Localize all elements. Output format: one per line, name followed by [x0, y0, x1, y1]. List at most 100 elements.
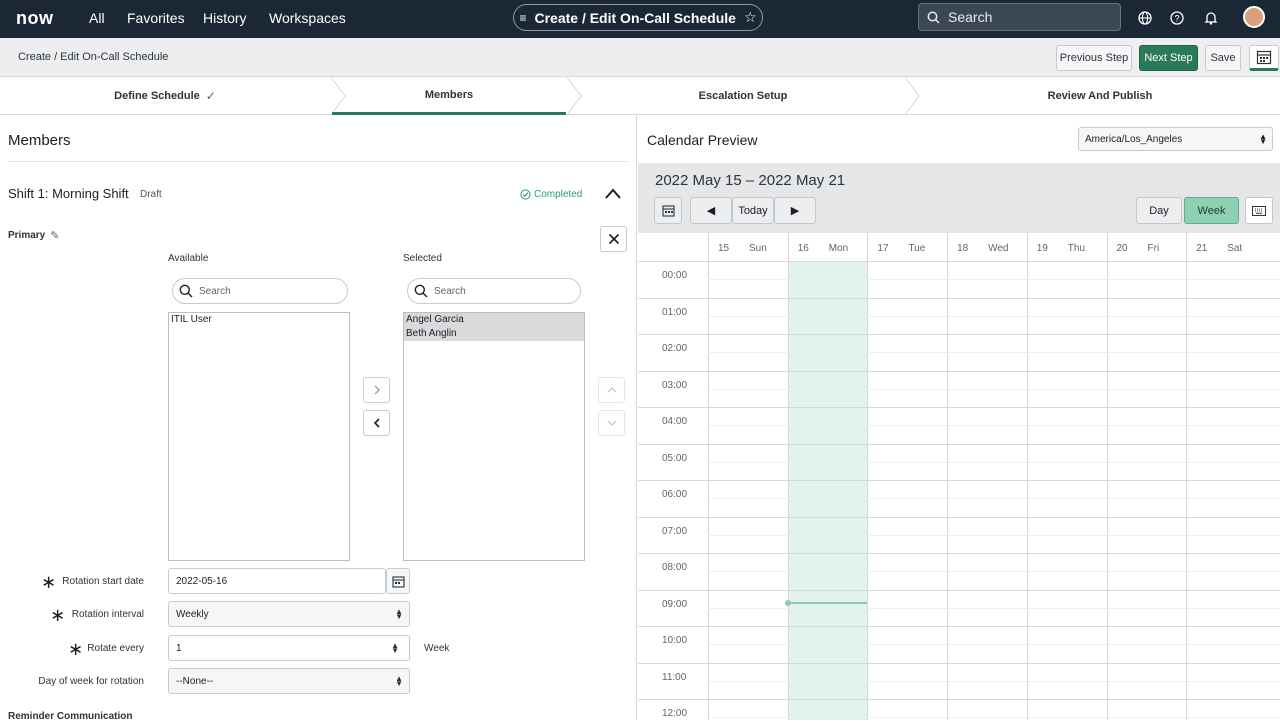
- selected-search-placeholder: Search: [434, 285, 466, 297]
- servicenow-logo[interactable]: now: [16, 8, 54, 29]
- rotation-start-label: Rotation start date: [62, 576, 144, 587]
- add-to-selected-button[interactable]: [363, 377, 390, 403]
- day-header[interactable]: 19 Thu: [1026, 233, 1107, 261]
- available-list[interactable]: ITIL User: [168, 312, 350, 561]
- hour-label: 09:00: [662, 598, 688, 610]
- day-number: 21: [1196, 243, 1208, 254]
- date-picker-button[interactable]: [386, 568, 410, 594]
- half-hour-line: [708, 388, 1280, 390]
- selected-list[interactable]: Angel Garcia Beth Anglin: [403, 312, 585, 561]
- selected-search-input[interactable]: Search: [407, 278, 581, 304]
- next-week-button[interactable]: ▶: [774, 197, 816, 224]
- pencil-icon[interactable]: ✎: [50, 229, 59, 242]
- calendar-preview-panel: Calendar Preview America/Los_Angeles ▲ ▼ …: [638, 115, 1280, 720]
- mini-calendar-button[interactable]: [654, 197, 682, 224]
- half-hour-line: [708, 315, 1280, 317]
- move-up-button[interactable]: [598, 377, 625, 403]
- calendar-preview-title: Calendar Preview: [647, 132, 758, 148]
- half-hour-line: [708, 680, 1280, 682]
- previous-week-button[interactable]: ◀: [690, 197, 732, 224]
- user-avatar[interactable]: [1243, 6, 1265, 28]
- list-item[interactable]: ITIL User: [169, 313, 349, 327]
- star-icon[interactable]: ☆: [744, 9, 757, 26]
- bell-icon[interactable]: [1203, 10, 1219, 26]
- hour-label: 02:00: [662, 343, 688, 354]
- day-number: 17: [877, 243, 889, 254]
- day-name: Fri: [1147, 243, 1160, 254]
- rotation-start-date-field[interactable]: 2022-05-16: [168, 568, 386, 594]
- timezone-value: America/Los_Angeles: [1085, 133, 1183, 145]
- step-divider: [904, 77, 920, 115]
- previous-step-button[interactable]: Previous Step: [1056, 45, 1132, 71]
- day-header[interactable]: 17 Tue: [867, 233, 947, 261]
- globe-icon[interactable]: [1137, 10, 1153, 26]
- context-title-pill[interactable]: ≡ Create / Edit On-Call Schedule ☆: [513, 4, 763, 31]
- day-view-button[interactable]: Day: [1136, 197, 1182, 224]
- save-button[interactable]: Save: [1205, 45, 1241, 71]
- divider: [8, 161, 628, 162]
- week-view-button[interactable]: Week: [1184, 197, 1239, 224]
- nav-favorites[interactable]: Favorites: [127, 10, 185, 26]
- half-hour-line: [708, 571, 1280, 573]
- chevron-up-icon[interactable]: [604, 187, 622, 201]
- nav-history[interactable]: History: [203, 10, 247, 26]
- context-title: Create / Edit On-Call Schedule: [534, 9, 736, 26]
- rotate-every-unit: Week: [424, 643, 450, 654]
- breadcrumb: Create / Edit On-Call Schedule: [18, 51, 169, 63]
- today-button[interactable]: Today: [732, 197, 774, 224]
- global-search-placeholder: Search: [948, 9, 993, 25]
- day-of-week-select[interactable]: --None-- ▲ ▼: [168, 668, 410, 694]
- day-header[interactable]: 21 Sat: [1186, 233, 1266, 261]
- keyboard-button[interactable]: [1245, 197, 1273, 224]
- hour-label: 01:00: [662, 306, 688, 318]
- check-icon: ✓: [205, 89, 216, 103]
- move-down-button[interactable]: [598, 410, 625, 436]
- day-name: Sun: [749, 243, 767, 254]
- hour-label: 08:00: [662, 562, 688, 573]
- calendar-icon: [1256, 50, 1272, 65]
- step-review-and-publish[interactable]: Review And Publish: [920, 77, 1280, 115]
- day-name: Sat: [1227, 243, 1243, 254]
- rotation-interval-select[interactable]: Weekly ▲ ▼: [168, 601, 410, 627]
- day-header[interactable]: 20 Fri: [1106, 233, 1187, 261]
- nav-workspaces[interactable]: Workspaces: [269, 10, 346, 26]
- available-search-input[interactable]: Search: [172, 278, 348, 304]
- stepper-arrows-icon[interactable]: ▲ ▼: [391, 642, 399, 655]
- day-header[interactable]: 18 Wed: [947, 233, 1027, 261]
- step-escalation-setup[interactable]: Escalation Setup: [582, 77, 904, 115]
- hour-line: [638, 297, 1280, 299]
- list-item[interactable]: Beth Anglin: [404, 327, 584, 341]
- remove-primary-button[interactable]: [600, 226, 627, 252]
- step-label: Review And Publish: [1047, 90, 1153, 102]
- day-header[interactable]: 16 Mon: [787, 233, 868, 261]
- hour-line: [638, 407, 1280, 408]
- hour-label: 10:00: [662, 635, 688, 646]
- calendar-toggle-button[interactable]: [1249, 45, 1279, 71]
- next-step-button[interactable]: Next Step: [1139, 45, 1198, 71]
- timezone-select[interactable]: America/Los_Angeles ▲ ▼: [1078, 127, 1273, 151]
- global-search-input[interactable]: Search: [918, 3, 1121, 31]
- day-header[interactable]: 15 Sun: [708, 233, 788, 261]
- hour-line: [638, 334, 1280, 335]
- wizard-steps: Define Schedule ✓ Members Escalation Set…: [0, 77, 1280, 115]
- step-define-schedule[interactable]: Define Schedule ✓: [0, 77, 330, 115]
- remove-from-selected-button[interactable]: [363, 410, 390, 436]
- rotate-every-input[interactable]: 1 ▲ ▼: [168, 635, 410, 661]
- close-icon: [608, 233, 619, 245]
- menu-icon: ≡: [519, 10, 527, 25]
- step-label: Members: [424, 88, 474, 101]
- hour-line: [638, 626, 1280, 627]
- nav-all[interactable]: All: [89, 10, 105, 26]
- step-label: Define Schedule: [114, 90, 200, 102]
- list-item[interactable]: Angel Garcia: [404, 313, 584, 327]
- day-column-line: [1186, 261, 1188, 720]
- step-members[interactable]: Members: [332, 77, 566, 115]
- check-circle-icon: [520, 189, 531, 200]
- hour-label: 04:00: [662, 416, 688, 427]
- week-grid[interactable]: 15 Sun 16 Mon 17 Tue 18 Wed 19 Thu 20 Fri 21 Sat 00:00…: [638, 233, 1280, 720]
- help-icon[interactable]: ?: [1169, 10, 1185, 26]
- triangle-right-icon: ▶: [790, 205, 800, 217]
- day-name: Mon: [828, 243, 849, 254]
- hour-line: [638, 589, 1280, 591]
- day-column-line: [867, 261, 869, 720]
